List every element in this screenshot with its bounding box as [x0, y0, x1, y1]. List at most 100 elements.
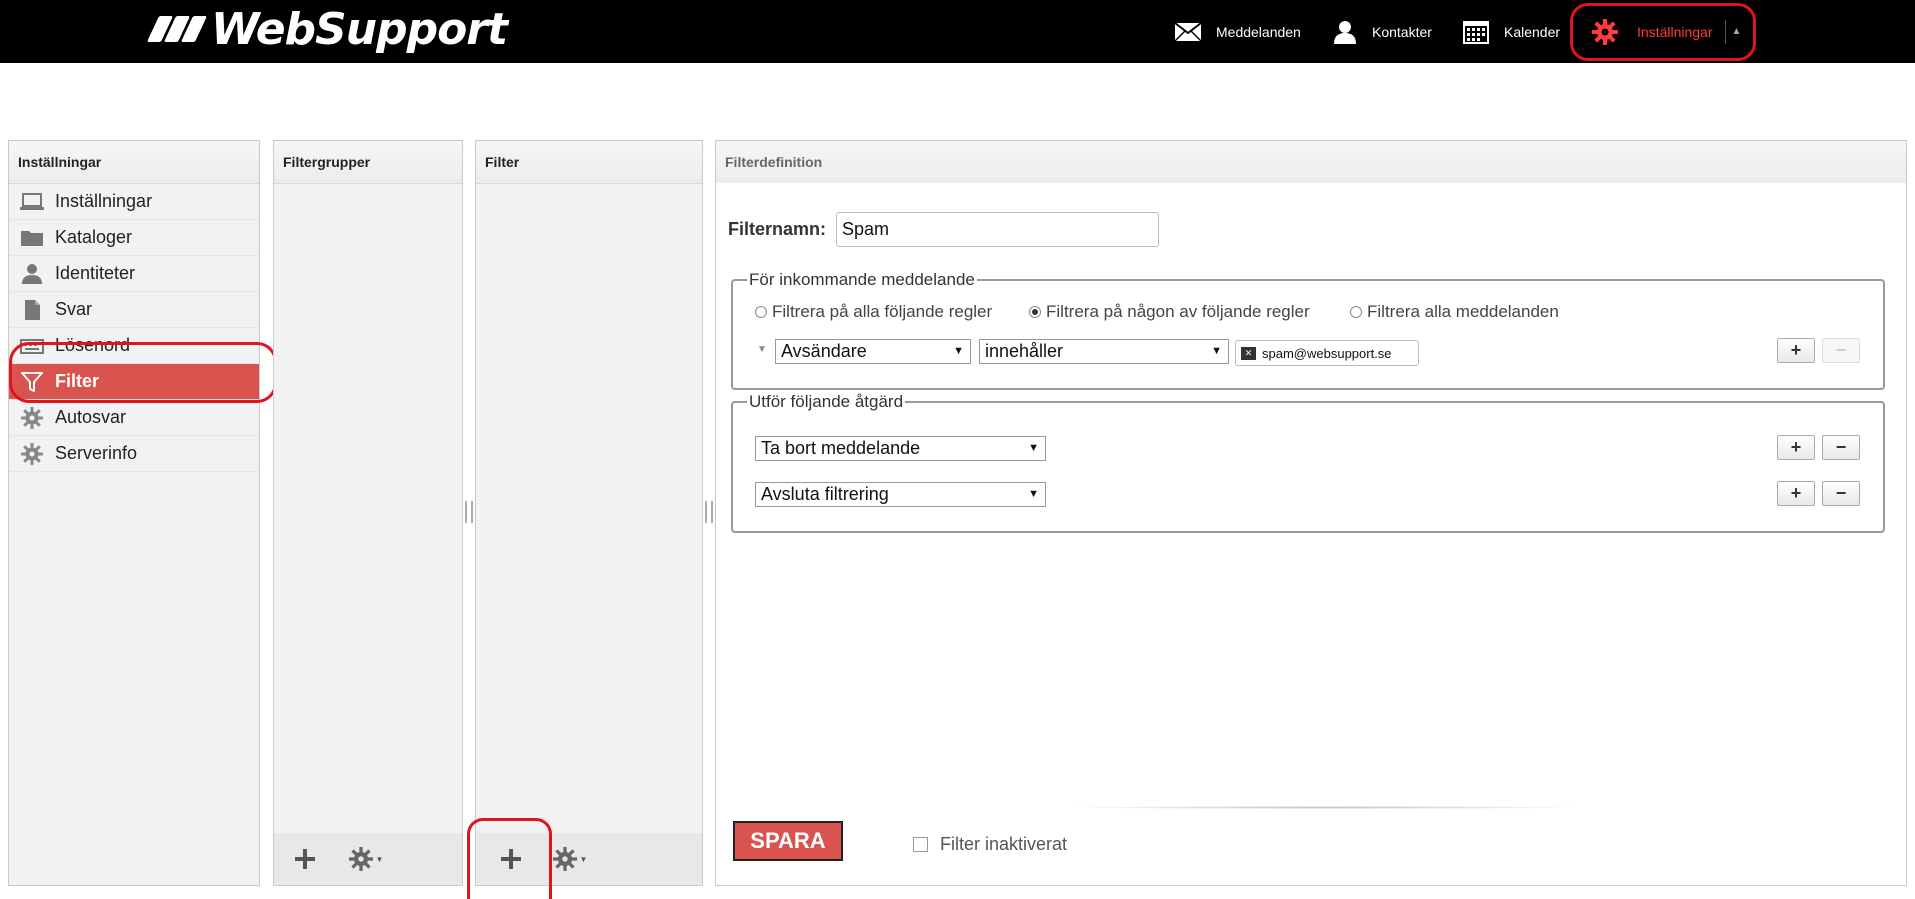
plus-icon: [295, 849, 315, 869]
rule-expand-icon[interactable]: ▼: [757, 344, 767, 355]
radio-all-messages[interactable]: Filtrera alla meddelanden: [1350, 302, 1559, 322]
nav-settings[interactable]: Inställningar ▲: [1591, 0, 1741, 63]
actions-legend: Utför följande åtgärd: [749, 392, 904, 411]
radio-button[interactable]: [1350, 306, 1362, 318]
calendar-icon: [1463, 20, 1489, 44]
brand-name: WebSupport: [211, 3, 508, 55]
action-1-value: Ta bort meddelande: [761, 438, 921, 458]
radio-any-rule[interactable]: Filtrera på någon av följande regler: [1029, 302, 1310, 322]
rule-field-value: Avsändare: [781, 341, 867, 361]
nav-settings-label: Inställningar: [1637, 23, 1713, 40]
incoming-fieldset: För inkommande meddelande: [731, 270, 1885, 390]
rule-value-text: spam@websupport.se: [1262, 345, 1392, 361]
add-action-button[interactable]: +: [1777, 435, 1815, 460]
remove-action-button[interactable]: −: [1822, 435, 1860, 460]
remove-rule-button[interactable]: −: [1822, 338, 1860, 363]
settings-item-folders[interactable]: Kataloger: [9, 220, 259, 256]
radio-any-rule-label: Filtrera på någon av följande regler: [1046, 302, 1310, 321]
nav-messages[interactable]: Meddelanden: [1174, 0, 1301, 63]
rule-operator-value: innehåller: [985, 341, 1064, 361]
settings-item-label: Serverinfo: [55, 443, 138, 463]
settings-item-preferences[interactable]: Inställningar: [9, 184, 259, 220]
plus-icon: +: [1790, 437, 1802, 457]
add-rule-button[interactable]: +: [1777, 338, 1815, 363]
save-button[interactable]: SPARA: [733, 821, 843, 861]
filter-toolbar: ▼: [476, 833, 702, 885]
plus-icon: +: [1790, 483, 1802, 503]
settings-list: Inställningar Kataloger Identiteter Svar…: [9, 184, 259, 472]
nav-calendar-label: Kalender: [1504, 23, 1561, 40]
filter-inactive-checkbox[interactable]: [913, 837, 928, 852]
add-filter-button[interactable]: [490, 843, 532, 875]
gear-icon: [19, 442, 45, 465]
minus-icon: −: [1835, 483, 1847, 503]
radio-button[interactable]: [755, 306, 767, 318]
folder-icon: [19, 227, 45, 249]
nav-contacts[interactable]: Kontakter: [1332, 0, 1432, 63]
filter-inactive-label: Filter inaktiverat: [940, 834, 1068, 854]
caret-down-icon: ▼: [579, 854, 588, 864]
settings-item-label: Identiteter: [55, 263, 136, 283]
splitter-handle[interactable]: [705, 501, 713, 523]
filtergroups-panel: Filtergrupper ▼: [273, 140, 463, 886]
nav-divider: [1724, 19, 1726, 44]
incoming-legend: För inkommande meddelande: [749, 270, 975, 289]
gear-icon: [1592, 18, 1618, 45]
rule-operator-select[interactable]: innehåller ▼: [979, 339, 1229, 364]
action-select-2[interactable]: Avsluta filtrering ▼: [755, 482, 1046, 507]
settings-item-responses[interactable]: Svar: [9, 292, 259, 328]
gear-icon: [552, 847, 577, 871]
plus-icon: +: [1790, 340, 1802, 360]
filtergroups-toolbar: ▼: [274, 833, 462, 885]
dropdown-arrow-icon: ▼: [1211, 345, 1222, 357]
gear-icon: [348, 847, 373, 871]
envelope-icon: [1174, 21, 1202, 42]
laptop-icon: [19, 191, 45, 213]
settings-panel-title: Inställningar: [9, 141, 259, 184]
user-icon: [19, 263, 45, 285]
gear-icon: [19, 406, 45, 429]
settings-item-label: Inställningar: [55, 191, 153, 211]
nav-contacts-label: Kontakter: [1372, 23, 1432, 40]
add-filtergroup-button[interactable]: [284, 843, 326, 875]
caret-down-icon: ▼: [375, 854, 384, 864]
settings-item-label: Lösenord: [55, 335, 131, 355]
filter-definition-title: Filterdefinition: [716, 141, 1906, 184]
settings-item-autoreply[interactable]: Autosvar: [9, 400, 259, 436]
settings-item-serverinfo[interactable]: Serverinfo: [9, 436, 259, 472]
nav-calendar[interactable]: Kalender: [1462, 0, 1560, 63]
splitter-handle[interactable]: [465, 501, 473, 523]
filtergroup-options-button[interactable]: ▼: [340, 843, 392, 875]
settings-item-label: Svar: [55, 299, 93, 319]
clear-field-icon[interactable]: ✕: [1241, 346, 1256, 360]
add-action-button[interactable]: +: [1777, 481, 1815, 506]
radio-button-selected[interactable]: [1029, 306, 1041, 318]
websupport-logo[interactable]: WebSupport: [146, 3, 508, 55]
caret-up-icon[interactable]: ▲: [1732, 26, 1742, 37]
settings-item-label: Kataloger: [55, 227, 133, 247]
radio-all-messages-label: Filtrera alla meddelanden: [1367, 302, 1559, 321]
funnel-icon: [19, 371, 45, 393]
actions-fieldset: Utför följande åtgärd: [731, 392, 1885, 533]
filter-panel-title: Filter: [476, 141, 702, 184]
minus-icon: −: [1835, 340, 1847, 360]
logo-mark-icon: [146, 16, 208, 42]
top-bar: WebSupport Meddelanden Kontakter Kalende: [0, 0, 1915, 63]
filter-options-button[interactable]: ▼: [544, 843, 596, 875]
radio-all-rules[interactable]: Filtrera på alla följande regler: [755, 302, 992, 322]
action-select-1[interactable]: Ta bort meddelande ▼: [755, 436, 1046, 461]
remove-action-button[interactable]: −: [1822, 481, 1860, 506]
rule-value-input[interactable]: ✕ spam@websupport.se: [1235, 340, 1419, 366]
filter-inactive-toggle[interactable]: Filter inaktiverat: [913, 834, 1067, 855]
rule-field-select[interactable]: Avsändare ▼: [775, 339, 971, 364]
filter-name-input[interactable]: [836, 212, 1159, 247]
plus-icon: [501, 849, 521, 869]
settings-item-identities[interactable]: Identiteter: [9, 256, 259, 292]
radio-all-rules-label: Filtrera på alla följande regler: [772, 302, 993, 321]
settings-item-filter[interactable]: Filter: [9, 364, 259, 400]
settings-item-password[interactable]: Lösenord: [9, 328, 259, 364]
minus-icon: −: [1835, 437, 1847, 457]
filter-panel: Filter ▼: [475, 140, 703, 886]
person-icon: [1334, 20, 1356, 44]
filtergroups-panel-title: Filtergrupper: [274, 141, 462, 184]
